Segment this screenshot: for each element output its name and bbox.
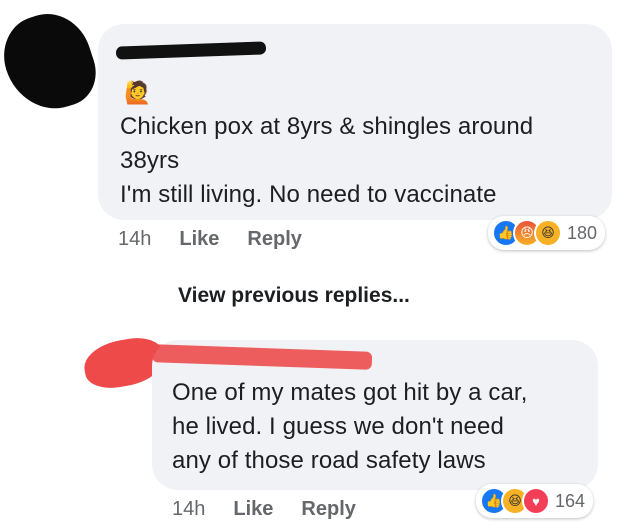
comment-text: One of my mates got hit by a car, he liv… — [172, 376, 592, 478]
comment-actions: 14h Like Reply — [172, 498, 356, 521]
comment-bubble: One of my mates got hit by a car, he liv… — [151, 340, 598, 490]
comment-actions: 14h Like Reply — [118, 228, 302, 251]
comment-line: 38yrs — [120, 147, 180, 174]
reaction-summary[interactable]: 👍 😆 ♥ 164 — [476, 484, 594, 518]
redacted-avatar — [0, 3, 105, 121]
comment-timestamp[interactable]: 14h — [118, 228, 151, 251]
reaction-count: 164 — [555, 490, 586, 511]
reaction-summary[interactable]: 👍 😠 😆 180 — [488, 216, 606, 250]
comment-line: I'm still living. No need to vaccinate — [120, 181, 497, 208]
redacted-author-name[interactable] — [151, 344, 373, 370]
like-button[interactable]: Like — [233, 498, 273, 521]
comment-line: any of those road safety laws — [172, 447, 486, 474]
comment-line: One of my mates got hit by a car, — [172, 379, 528, 406]
comment-line: Chicken pox at 8yrs & shingles around — [120, 113, 534, 140]
comment-timestamp[interactable]: 14h — [172, 498, 205, 521]
love-reaction-icon: ♥ — [522, 487, 550, 515]
haha-reaction-icon: 😆 — [534, 219, 562, 247]
like-button[interactable]: Like — [179, 228, 219, 251]
reaction-count: 180 — [567, 222, 598, 243]
view-previous-replies-link[interactable]: View previous replies... — [178, 284, 410, 308]
redacted-author-name[interactable] — [115, 41, 267, 60]
comment-text: Chicken pox at 8yrs & shingles around 38… — [120, 110, 600, 212]
reply-button[interactable]: Reply — [301, 498, 355, 521]
reply-button[interactable]: Reply — [247, 228, 301, 251]
raised-hand-emoji-icon: 🙋 — [124, 80, 152, 105]
comment-line: he lived. I guess we don't need — [172, 413, 504, 440]
comment-bubble: 🙋 Chicken pox at 8yrs & shingles around … — [98, 24, 612, 220]
